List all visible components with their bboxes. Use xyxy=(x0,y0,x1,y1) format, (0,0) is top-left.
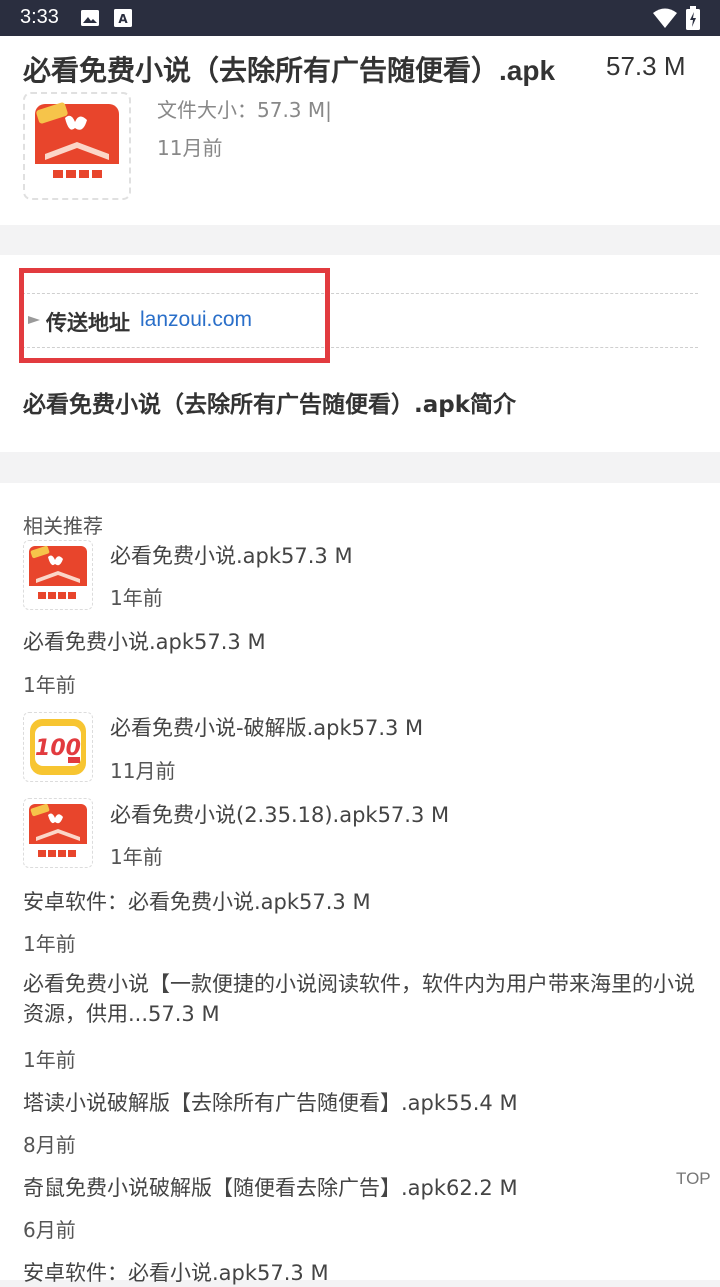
app-info-card: 必看免费小说（去除所有广告随便看）.apk 57.3 M 文件大小：57.3 M… xyxy=(0,36,720,225)
recommend-item-title[interactable]: 安卓软件：必看免费小说.apk57.3 M xyxy=(23,886,371,916)
recommend-item-date: 1年前 xyxy=(23,932,76,956)
recommend-heading: 相关推荐 xyxy=(23,514,103,538)
recommend-item-date: 1年前 xyxy=(110,845,163,869)
wifi-icon xyxy=(652,7,678,33)
recommend-item-title[interactable]: 必看免费小说.apk57.3 M xyxy=(23,626,266,656)
file-size-text: 文件大小：57.3 M| xyxy=(157,98,332,122)
intro-title: 必看免费小说（去除所有广告随便看）.apk简介 xyxy=(23,392,517,418)
100-app-icon[interactable]: 100 xyxy=(23,712,93,782)
back-to-top-button[interactable]: TOP xyxy=(676,1169,711,1189)
recommend-item-date: 6月前 xyxy=(23,1218,76,1242)
recommend-item-date: 1年前 xyxy=(110,586,163,610)
recommend-item-title[interactable]: 安卓软件：必看小说.apk57.3 M xyxy=(23,1257,329,1287)
highlight-box xyxy=(19,268,330,363)
recommend-item-title[interactable]: 必看免费小说.apk57.3 M xyxy=(110,540,353,570)
bikan-novel-icon[interactable] xyxy=(23,540,93,610)
recommend-item-date: 11月前 xyxy=(110,759,176,783)
recommend-item-date: 8月前 xyxy=(23,1133,76,1157)
app-icon xyxy=(23,92,131,200)
status-time: 3:33 xyxy=(20,6,59,28)
download-card: 传送地址 lanzoui.com 必看免费小说（去除所有广告随便看）.apk简介 xyxy=(0,255,720,452)
app-size: 57.3 M xyxy=(606,51,686,81)
app-date: 11月前 xyxy=(157,136,223,160)
svg-text:A: A xyxy=(118,12,128,26)
image-notification-icon xyxy=(80,8,100,32)
recommend-item-title[interactable]: 必看免费小说【一款便捷的小说阅读软件，软件内为用户带来海里的小说资源，供用...… xyxy=(23,969,699,1029)
font-notification-icon: A xyxy=(114,8,132,32)
battery-icon xyxy=(686,6,700,34)
recommend-item-title[interactable]: 塔读小说破解版【去除所有广告随便看】.apk55.4 M xyxy=(23,1087,518,1117)
app-title: 必看免费小说（去除所有广告随便看）.apk xyxy=(23,55,556,86)
recommend-item-title[interactable]: 必看免费小说(2.35.18).apk57.3 M xyxy=(110,799,449,829)
recommend-item-title[interactable]: 奇鼠免费小说破解版【随便看去除广告】.apk62.2 M xyxy=(23,1172,518,1202)
status-bar: 3:33 A xyxy=(0,0,720,36)
recommend-card: 相关推荐 必看免费小说.apk57.3 M 1年前 必看免费小说.apk57.3… xyxy=(0,483,720,1285)
bikan-novel-icon[interactable] xyxy=(23,798,93,868)
recommend-item-date: 1年前 xyxy=(23,1048,76,1072)
recommend-item-date: 1年前 xyxy=(23,673,76,697)
recommend-item-title[interactable]: 必看免费小说-破解版.apk57.3 M xyxy=(110,712,423,742)
